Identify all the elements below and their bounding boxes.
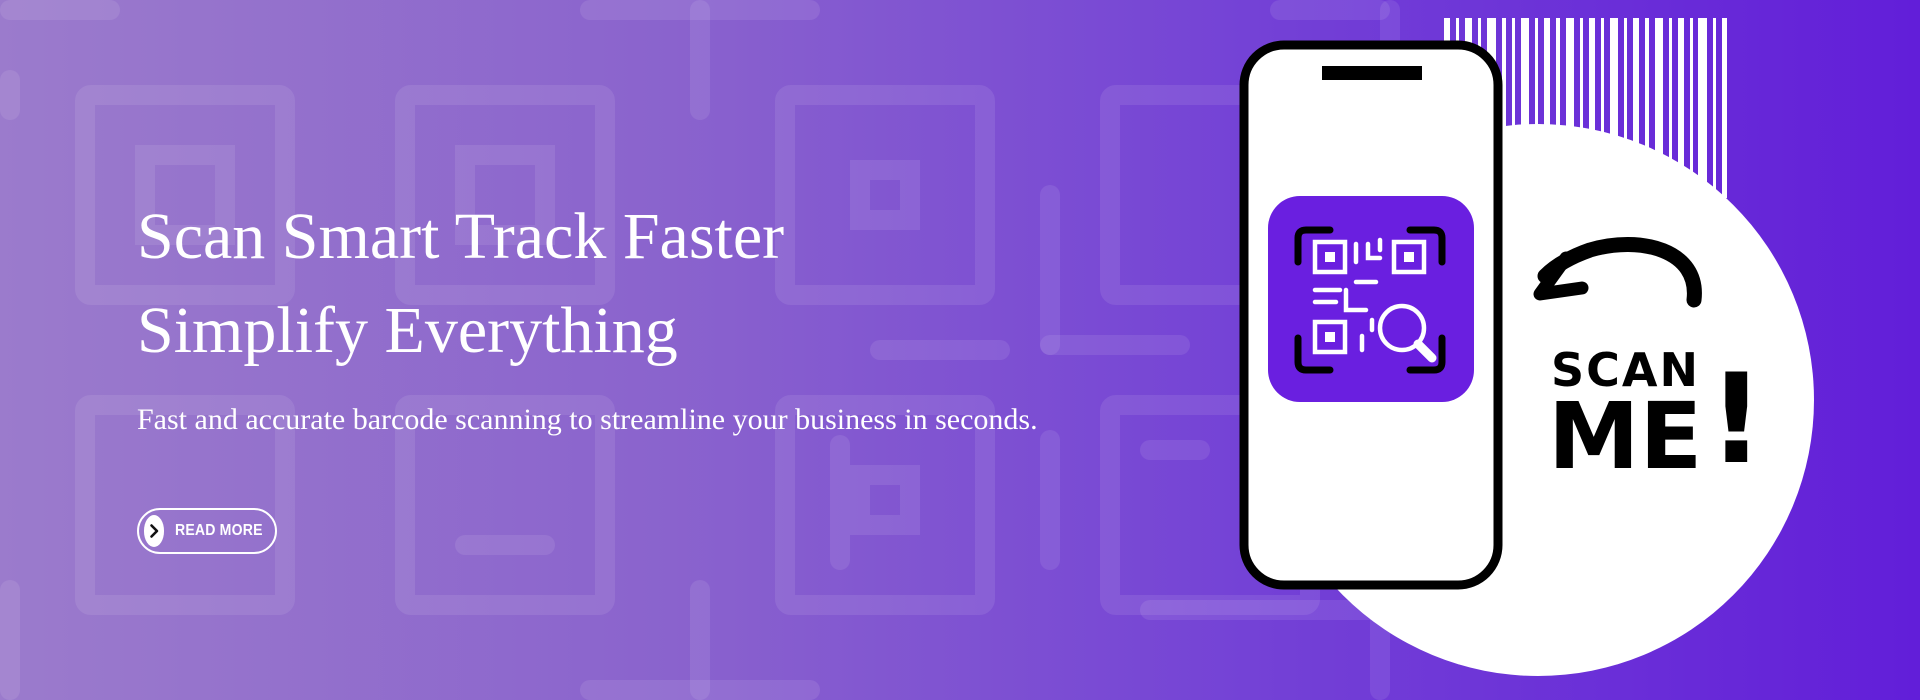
scan-illustration: SCAN ME ! <box>1239 18 1814 676</box>
qr-search-icon <box>1268 196 1474 402</box>
hero-banner: Scan Smart Track Faster Simplify Everyth… <box>0 0 1920 700</box>
me-text: ME <box>1548 383 1702 490</box>
exclaim-mark: ! <box>1708 348 1765 492</box>
